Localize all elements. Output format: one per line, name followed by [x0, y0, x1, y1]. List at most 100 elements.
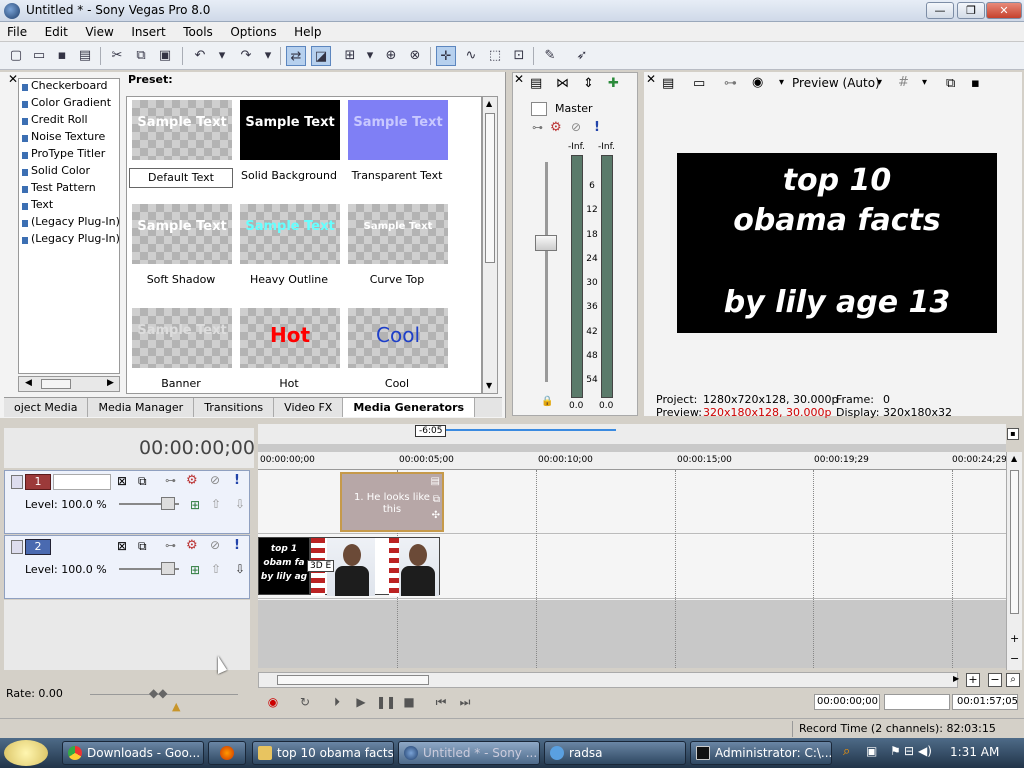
fader-lock-icon[interactable]: 🔒 — [541, 396, 553, 407]
new-file-icon[interactable]: ▢ — [6, 46, 26, 66]
zoom-tool-timeline-icon[interactable]: ⌕ — [1006, 673, 1020, 687]
track-mute-icon[interactable]: ⊘ — [210, 473, 220, 487]
tab-transitions[interactable]: Transitions — [194, 398, 275, 417]
compositing-mode-icon[interactable]: ⊞ — [190, 498, 200, 512]
mixer-properties-icon[interactable]: ▤ — [530, 76, 542, 91]
text-event-clip[interactable]: 1. He looks like this ▤ ⧉ ✣ — [340, 472, 444, 532]
loop-region-bar[interactable] — [446, 429, 616, 431]
generator-list-hscrollbar[interactable]: ◀ ▶ — [18, 376, 120, 392]
rate-slider-handle[interactable]: ◆◆ — [149, 686, 167, 700]
preset-banner[interactable]: Sample Text Banner — [127, 305, 235, 393]
parent-track-icon[interactable]: ⇧ — [211, 497, 221, 511]
cut-icon[interactable]: ✂ — [107, 46, 127, 66]
timeline-hscrollbar[interactable]: ▶ — [258, 672, 959, 688]
overlays-dropdown-icon[interactable]: ▾ — [922, 77, 927, 88]
menu-insert[interactable]: Insert — [124, 22, 172, 39]
external-monitor-icon[interactable]: ▭ — [693, 76, 705, 91]
generator-item[interactable]: Solid Color — [19, 164, 119, 181]
track-solo-icon[interactable]: ! — [234, 473, 240, 488]
go-to-end-button[interactable]: ⏭ — [456, 693, 474, 711]
bus-fx-gear-icon[interactable]: ⚙ — [550, 120, 562, 135]
child-track-icon[interactable]: ⇩ — [235, 497, 245, 511]
redo-icon[interactable]: ↷ — [236, 46, 256, 66]
auto-ripple-icon[interactable]: ⇄ — [286, 46, 306, 66]
mixer-downmix-icon[interactable]: ⇕ — [583, 76, 594, 91]
zoom-out-time-icon[interactable]: − — [988, 673, 1002, 687]
image-event-clip[interactable]: 3D E — [307, 537, 440, 596]
bus-mute-icon[interactable]: ⊘ — [571, 120, 581, 134]
track-name-field[interactable] — [53, 474, 111, 490]
generator-item[interactable]: (Legacy Plug-In) V — [19, 232, 119, 249]
help-pointer-icon[interactable]: ➶ — [572, 46, 592, 66]
stop-button[interactable]: ■ — [400, 693, 418, 711]
empty-lane-area[interactable] — [258, 600, 1006, 668]
generator-item[interactable]: Noise Texture — [19, 130, 119, 147]
selection-tool-icon[interactable]: ⬚ — [485, 46, 505, 66]
tray-clock[interactable]: 1:31 AM — [950, 745, 999, 759]
taskbar-item-chrome[interactable]: Downloads - Goo... — [62, 741, 204, 765]
undo-icon[interactable]: ↶ — [190, 46, 210, 66]
preview-properties-icon[interactable]: ▤ — [662, 76, 674, 91]
generator-item[interactable]: Credit Roll — [19, 113, 119, 130]
event-generator-icon[interactable]: ✣ — [432, 510, 440, 521]
event-pan-crop-icon[interactable]: ⧉ — [433, 494, 440, 505]
track-composite-icon[interactable]: ⧉ — [138, 474, 147, 489]
video-track-1-header[interactable]: 1 ⊠ ⧉ ⊶ ⚙ ⊘ ! Level: 100.0 % ⊞ ⇧ ⇩ — [4, 470, 250, 534]
tab-project-media[interactable]: oject Media — [4, 398, 89, 417]
close-button[interactable]: ✕ — [986, 2, 1022, 19]
overlays-grid-icon[interactable]: # — [898, 75, 909, 90]
snapping-icon[interactable]: ⊕ — [381, 46, 401, 66]
go-to-start-button[interactable]: ⏮ — [432, 693, 450, 711]
timeline-vscrollbar[interactable]: ▲ + − — [1006, 452, 1022, 670]
track-motion-icon[interactable]: ⊠ — [117, 474, 127, 488]
preset-vscrollbar[interactable]: ▲ ▼ — [482, 96, 498, 394]
close-panel-icon[interactable]: ✕ — [8, 72, 18, 86]
redo-dropdown-icon[interactable]: ▾ — [258, 46, 278, 66]
selection-length-field[interactable]: 00:01:57;05 — [952, 694, 1018, 710]
undo-dropdown-icon[interactable]: ▾ — [212, 46, 232, 66]
menu-tools[interactable]: Tools — [176, 22, 220, 39]
menu-edit[interactable]: Edit — [38, 22, 75, 39]
generator-item[interactable]: Checkerboard — [19, 79, 119, 96]
ignore-grouping-icon[interactable]: ⊞ — [340, 46, 360, 66]
preset-default-text[interactable]: Sample Text Default Text — [127, 97, 235, 197]
parent-track-icon[interactable]: ⇧ — [211, 562, 221, 576]
menu-help[interactable]: Help — [287, 22, 328, 39]
preset-soft-shadow[interactable]: Sample Text Soft Shadow — [127, 201, 235, 301]
track-minimize-icon[interactable] — [11, 540, 23, 554]
track-solo-icon[interactable]: ! — [234, 538, 240, 553]
record-button[interactable]: ◉ — [264, 693, 282, 711]
menu-view[interactable]: View — [78, 22, 120, 39]
close-mixer-icon[interactable]: ✕ — [514, 72, 524, 86]
open-folder-icon[interactable]: ▭ — [29, 46, 49, 66]
taskbar-item-cmd[interactable]: Administrator: C:\... — [690, 741, 832, 765]
generator-item[interactable]: (Legacy Plug-In) T — [19, 215, 119, 232]
loop-region-strip[interactable] — [258, 444, 1006, 452]
taskbar-item-firefox[interactable] — [208, 741, 246, 765]
track-composite-icon[interactable]: ⧉ — [138, 539, 147, 554]
copy-icon[interactable]: ⧉ — [131, 46, 151, 66]
mixer-dim-icon[interactable]: ⋈ — [556, 76, 569, 91]
generator-item[interactable]: Text — [19, 198, 119, 215]
preview-fx-icon[interactable]: ⊶ — [724, 76, 737, 91]
taskbar-item-folder[interactable]: top 10 obama facts — [252, 741, 394, 765]
event-fx-icon[interactable]: ▤ — [431, 476, 440, 487]
minimize-button[interactable]: — — [926, 2, 954, 19]
track-mute-icon[interactable]: ⊘ — [210, 538, 220, 552]
track-minimize-icon[interactable] — [11, 475, 23, 489]
track-fx-gear-icon[interactable]: ⚙ — [186, 538, 198, 553]
zoom-in-time-icon[interactable]: + — [966, 673, 980, 687]
paste-icon[interactable]: ▣ — [155, 46, 175, 66]
bus-envelope-icon[interactable]: ⊶ — [532, 121, 543, 134]
grouping-dropdown-icon[interactable]: ▾ — [360, 46, 380, 66]
marker-menu-icon[interactable]: ▪ — [1007, 428, 1019, 440]
title-event-clip[interactable]: top 1 obam fa by lily ag — [258, 537, 310, 595]
tab-media-manager[interactable]: Media Manager — [88, 398, 195, 417]
play-from-start-button[interactable]: ⏵ — [328, 693, 346, 711]
track-fx-gear-icon[interactable]: ⚙ — [186, 473, 198, 488]
maximize-button[interactable]: ❐ — [957, 2, 985, 19]
normal-edit-tool-icon[interactable]: ✛ — [436, 46, 456, 66]
preview-quality-dropdown[interactable]: Preview (Auto) — [792, 76, 880, 90]
track-motion-icon[interactable]: ⊠ — [117, 539, 127, 553]
preset-heavy-outline[interactable]: Sample Text Heavy Outline — [235, 201, 343, 301]
